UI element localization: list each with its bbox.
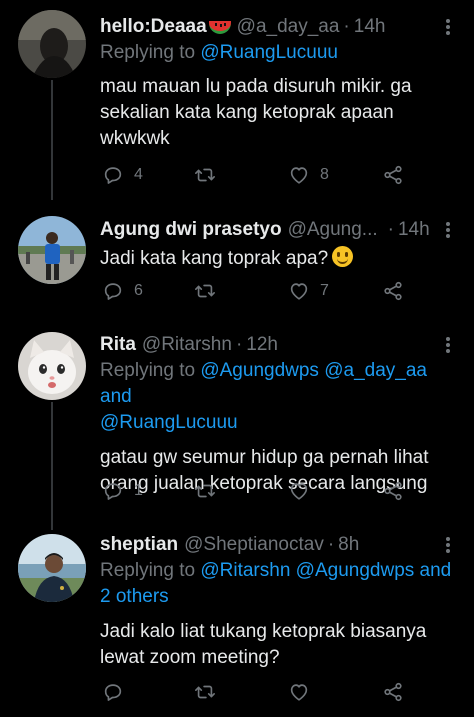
reply-button[interactable] — [102, 680, 134, 704]
username[interactable]: @Ritarshn — [142, 334, 232, 356]
tweet[interactable]: Agung dwi prasetyo @Agung... · 14h Jadi … — [0, 200, 474, 330]
like-button[interactable] — [288, 680, 320, 704]
retweet-button[interactable] — [194, 680, 226, 704]
more-icon[interactable] — [440, 334, 456, 356]
more-icon[interactable] — [440, 534, 456, 556]
avatar[interactable] — [18, 10, 86, 78]
reply-count: 1 — [134, 482, 143, 499]
mention-link[interactable]: @Agungdwps and — [296, 560, 452, 581]
mention-link[interactable]: 2 others — [100, 586, 169, 607]
reply-button[interactable]: 4 — [102, 163, 143, 187]
share-button[interactable] — [382, 279, 404, 303]
more-icon[interactable] — [440, 16, 456, 38]
tweet[interactable]: sheptian @Sheptianoctav · 8h Replying to… — [0, 530, 474, 717]
timestamp[interactable]: 14h — [354, 16, 386, 38]
timestamp[interactable]: 8h — [338, 534, 359, 556]
share-icon — [382, 164, 404, 186]
like-icon — [288, 480, 310, 502]
reply-icon — [102, 164, 124, 186]
display-name[interactable]: sheptian — [100, 534, 178, 556]
thread-line — [51, 80, 53, 200]
like-count: 7 — [320, 282, 329, 299]
tweet-actions: 6 7 — [102, 279, 432, 303]
tweet[interactable]: Rita @Ritarshn · 12h Replying to @Agungd… — [0, 330, 474, 530]
tweet-text: Jadi kata kang toprak apa? — [100, 246, 460, 272]
retweet-icon — [194, 164, 216, 186]
reply-button[interactable]: 1 — [102, 479, 143, 503]
retweet-button[interactable] — [194, 479, 226, 503]
tweet-text: mau mauan lu pada disuruh mikir. ga seka… — [100, 76, 412, 149]
tweet-actions — [102, 680, 432, 704]
reply-icon — [102, 280, 124, 302]
share-button[interactable] — [382, 163, 404, 187]
tweet-header: Agung dwi prasetyo @Agung... · 14h — [100, 219, 430, 241]
thread-line — [51, 402, 53, 530]
timestamp[interactable]: 14h — [398, 219, 430, 241]
mention-link[interactable]: @RuangLucuuu — [100, 412, 238, 433]
username[interactable]: @Sheptianoctav — [184, 534, 324, 556]
avatar[interactable] — [18, 534, 86, 602]
like-button[interactable]: 8 — [288, 163, 329, 187]
watermelon-emoji — [208, 20, 231, 34]
retweet-button[interactable] — [194, 279, 226, 303]
mention-link[interactable]: @Agungdwps — [200, 360, 319, 381]
like-count: 8 — [320, 166, 329, 183]
retweet-icon — [194, 480, 216, 502]
display-name[interactable]: Agung dwi prasetyo — [100, 219, 282, 241]
like-icon — [288, 681, 310, 703]
avatar[interactable] — [18, 216, 86, 284]
share-button[interactable] — [382, 479, 404, 503]
like-button[interactable]: 7 — [288, 279, 329, 303]
tweet-header: Rita @Ritarshn · 12h — [100, 334, 278, 356]
tweet-text: Jadi kalo liat tukang ketoprak biasanya … — [100, 621, 427, 668]
timestamp[interactable]: 12h — [246, 334, 278, 356]
reply-icon — [102, 480, 124, 502]
replying-to: Replying to @Ritarshn @Agungdwps and 2 o… — [100, 560, 452, 607]
replying-to: Replying to @Agungdwps @a_day_aa and @Ru… — [100, 360, 427, 433]
display-name[interactable]: hello:Deaaa — [100, 16, 207, 38]
reply-count: 6 — [134, 282, 143, 299]
display-name[interactable]: Rita — [100, 334, 136, 356]
reply-icon — [102, 681, 124, 703]
username[interactable]: @Agung... — [288, 219, 378, 241]
smile-emoji — [332, 246, 354, 267]
mention-link[interactable]: @Ritarshn — [200, 560, 290, 581]
username[interactable]: @a_day_aa — [237, 16, 340, 38]
replying-to: Replying to @RuangLucuuu — [100, 42, 338, 63]
tweet-header: sheptian @Sheptianoctav · 8h — [100, 534, 360, 556]
tweet-header: hello:Deaaa @a_day_aa · 14h — [100, 16, 386, 38]
more-icon[interactable] — [440, 219, 456, 241]
tweet[interactable]: hello:Deaaa @a_day_aa · 14h Replying to … — [0, 0, 474, 200]
like-icon — [288, 280, 310, 302]
retweet-button[interactable] — [194, 163, 226, 187]
share-button[interactable] — [382, 680, 404, 704]
retweet-icon — [194, 681, 216, 703]
like-button[interactable] — [288, 479, 320, 503]
avatar[interactable] — [18, 332, 86, 400]
like-icon — [288, 164, 310, 186]
reply-button[interactable]: 6 — [102, 279, 143, 303]
retweet-icon — [194, 280, 216, 302]
share-icon — [382, 280, 404, 302]
mention-link[interactable]: @RuangLucuuu — [200, 42, 338, 63]
tweet-actions: 1 — [102, 479, 432, 503]
tweet-actions: 4 8 — [102, 163, 432, 187]
share-icon — [382, 681, 404, 703]
share-icon — [382, 480, 404, 502]
reply-count: 4 — [134, 166, 143, 183]
